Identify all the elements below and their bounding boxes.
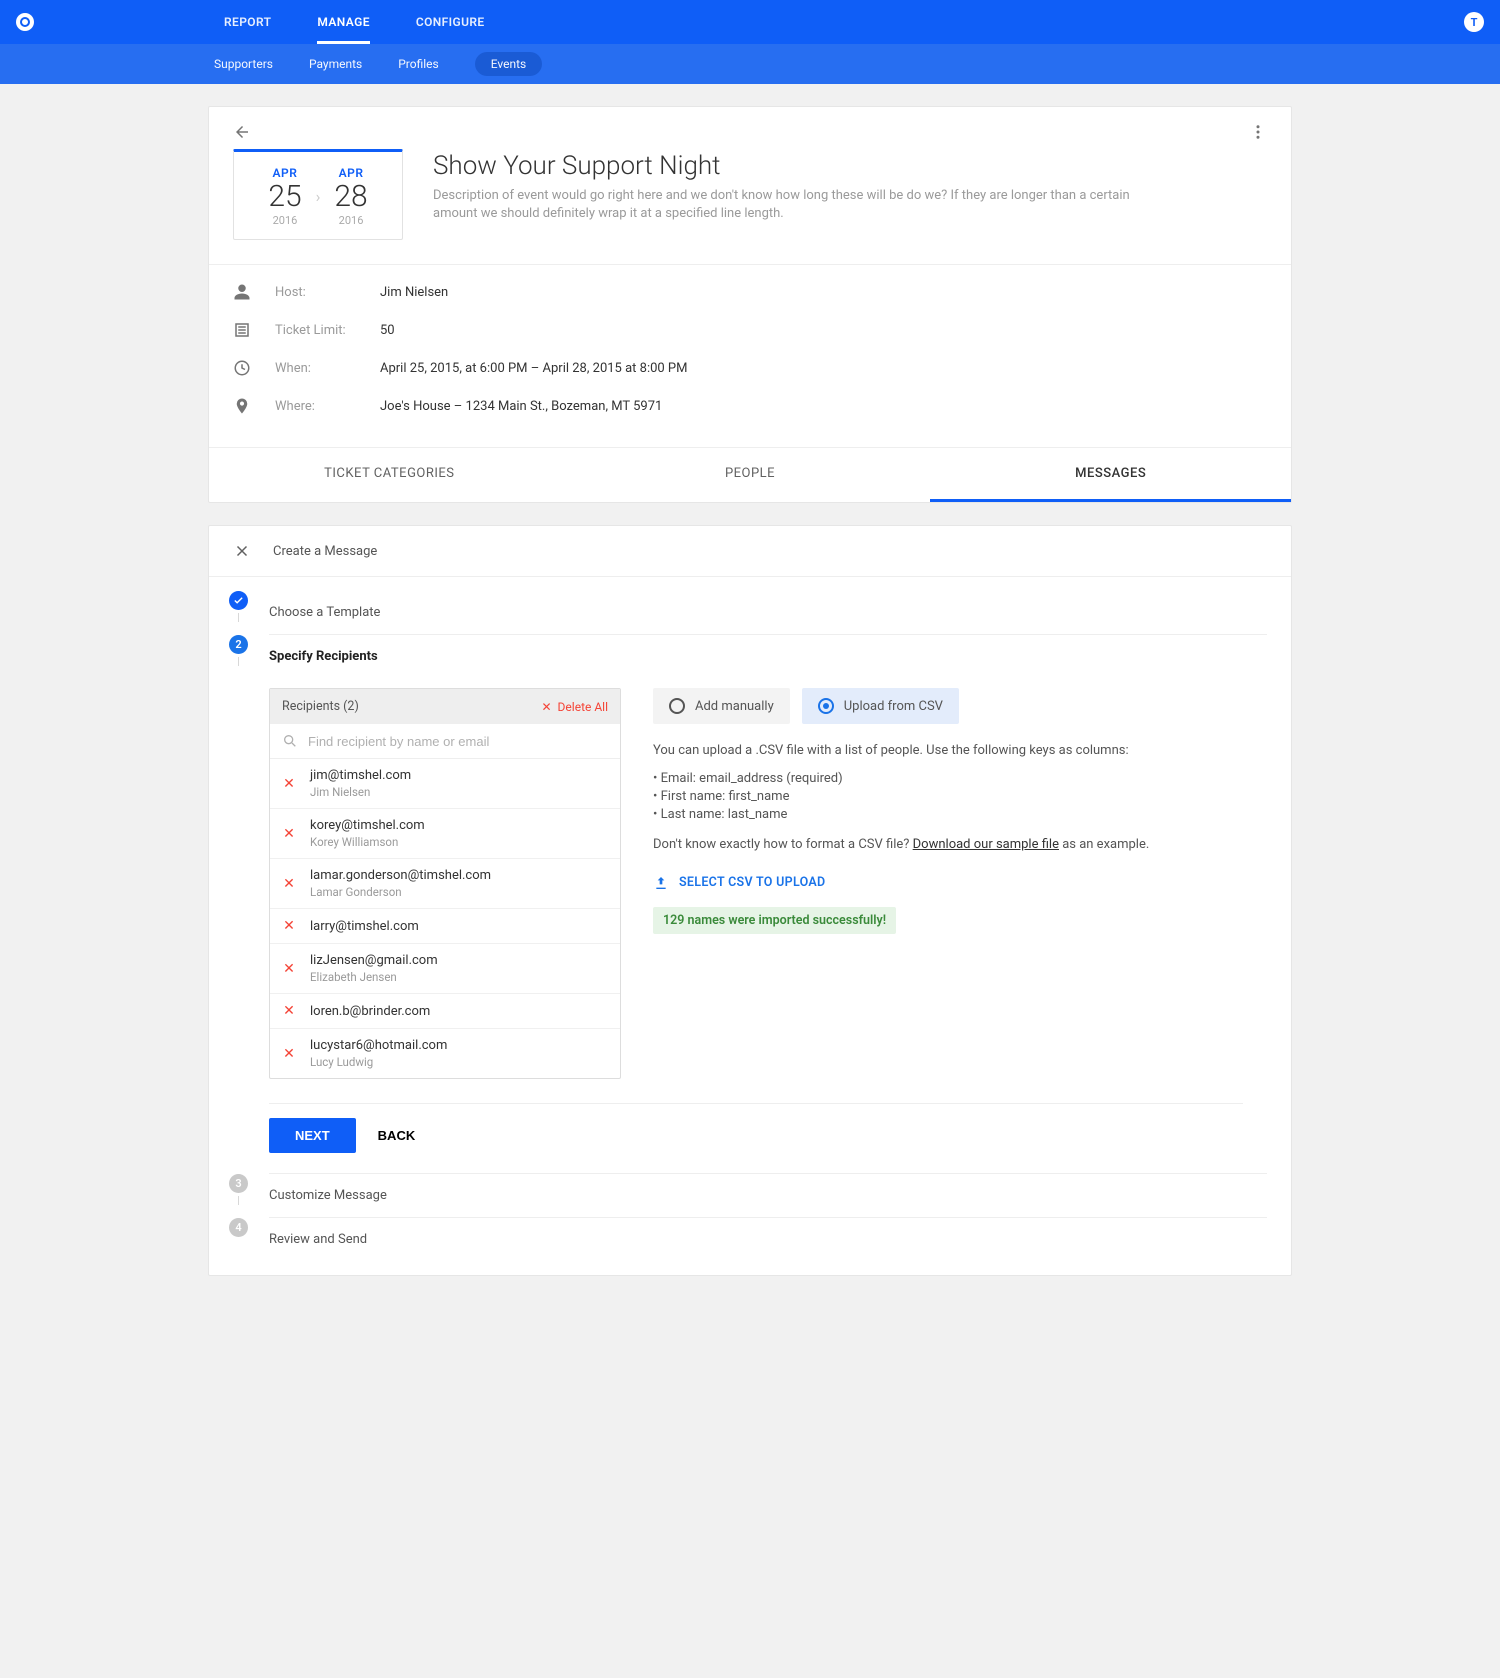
- remove-recipient-icon[interactable]: ✕: [282, 1003, 296, 1019]
- search-icon: [282, 733, 298, 749]
- recipient-row: ✕ lizJensen@gmail.com Elizabeth Jensen: [270, 944, 620, 994]
- x-icon: ✕: [541, 700, 551, 714]
- clock-icon: [233, 359, 251, 377]
- limit-value: 50: [380, 323, 395, 338]
- recipient-name: Korey Williamson: [310, 835, 425, 849]
- step-2-title: Specify Recipients: [269, 635, 1243, 678]
- section-tabs: TICKET CATEGORIES PEOPLE MESSAGES: [209, 447, 1291, 502]
- recipient-row: ✕ lucystar6@hotmail.com Lucy Ludwig: [270, 1029, 620, 1078]
- csv-keys-list: Email: email_address (required) First na…: [653, 771, 1243, 822]
- recipient-email: larry@timshel.com: [310, 919, 419, 934]
- avatar[interactable]: T: [1464, 12, 1484, 32]
- step-1-marker: [229, 591, 248, 610]
- where-label: Where:: [275, 399, 380, 414]
- pin-icon: [233, 397, 251, 415]
- start-year: 2016: [268, 214, 301, 227]
- remove-recipient-icon[interactable]: ✕: [282, 826, 296, 842]
- recipient-email: loren.b@brinder.com: [310, 1004, 430, 1019]
- recipients-panel: Recipients (2) ✕ Delete All: [269, 688, 621, 1079]
- select-csv-button[interactable]: SELECT CSV TO UPLOAD: [653, 875, 1243, 891]
- event-date-card: APR 25 2016 › APR 28 2016: [233, 149, 403, 240]
- end-day: 28: [334, 182, 367, 212]
- recipient-row: ✕ lamar.gonderson@timshel.com Lamar Gonder…: [270, 859, 620, 909]
- remove-recipient-icon[interactable]: ✕: [282, 918, 296, 934]
- remove-recipient-icon[interactable]: ✕: [282, 1046, 296, 1062]
- recipient-email: lamar.gonderson@timshel.com: [310, 868, 491, 883]
- import-success-badge: 129 names were imported successfully!: [653, 907, 896, 934]
- back-button[interactable]: BACK: [378, 1118, 416, 1153]
- recipient-row: ✕ larry@timshel.com: [270, 909, 620, 944]
- delete-all-button[interactable]: ✕ Delete All: [541, 700, 608, 714]
- step-2-marker: 2: [229, 635, 248, 654]
- ticket-icon: [233, 321, 251, 339]
- tab-configure[interactable]: CONFIGURE: [416, 1, 485, 44]
- end-month: APR: [334, 166, 367, 180]
- recipient-name: Elizabeth Jensen: [310, 970, 438, 984]
- step-4-marker: 4: [229, 1218, 248, 1237]
- toggle-upload-csv[interactable]: Upload from CSV: [802, 688, 959, 724]
- tab-manage[interactable]: MANAGE: [317, 1, 369, 44]
- recipients-count: Recipients (2): [282, 699, 359, 714]
- next-button[interactable]: NEXT: [269, 1118, 356, 1153]
- limit-label: Ticket Limit:: [275, 323, 380, 338]
- wizard-card: Create a Message Choose a Template 2: [208, 525, 1292, 1276]
- csv-help-question: Don't know exactly how to format a CSV f…: [653, 836, 1243, 855]
- recipient-email: korey@timshel.com: [310, 818, 425, 833]
- step-4-title[interactable]: Review and Send: [269, 1218, 1243, 1261]
- download-sample-link[interactable]: Download our sample file: [913, 837, 1059, 852]
- host-value: Jim Nielsen: [380, 285, 448, 300]
- recipient-name: Lucy Ludwig: [310, 1055, 447, 1069]
- event-title: Show Your Support Night: [433, 151, 1267, 181]
- when-value: April 25, 2015, at 6:00 PM – April 28, 2…: [380, 361, 687, 376]
- recipient-row: ✕ jim@timshel.com Jim Nielsen: [270, 759, 620, 809]
- step-1-title[interactable]: Choose a Template: [269, 591, 1243, 634]
- person-icon: [233, 283, 251, 301]
- main-tabs: REPORT MANAGE CONFIGURE: [224, 1, 485, 44]
- subtab-payments[interactable]: Payments: [309, 53, 362, 75]
- recipient-name: Lamar Gonderson: [310, 885, 491, 899]
- step-3-title[interactable]: Customize Message: [269, 1174, 1243, 1217]
- tab-messages[interactable]: MESSAGES: [930, 448, 1291, 502]
- csv-help-intro: You can upload a .CSV file with a list o…: [653, 742, 1243, 761]
- more-menu-icon[interactable]: [1249, 123, 1267, 141]
- recipient-row: ✕ loren.b@brinder.com: [270, 994, 620, 1029]
- tab-ticket-categories[interactable]: TICKET CATEGORIES: [209, 448, 570, 502]
- start-month: APR: [268, 166, 301, 180]
- close-icon[interactable]: [233, 542, 251, 560]
- logo-icon: [16, 13, 34, 31]
- chevron-right-icon: ›: [316, 187, 321, 206]
- host-label: Host:: [275, 285, 380, 300]
- end-year: 2016: [334, 214, 367, 227]
- back-arrow-icon[interactable]: [233, 123, 251, 141]
- radio-icon: [669, 698, 685, 714]
- tab-people[interactable]: PEOPLE: [570, 448, 931, 502]
- recipient-row: ✕ korey@timshel.com Korey Williamson: [270, 809, 620, 859]
- remove-recipient-icon[interactable]: ✕: [282, 876, 296, 892]
- subtab-events[interactable]: Events: [475, 52, 543, 76]
- topbar: REPORT MANAGE CONFIGURE T Supporters Pay…: [0, 0, 1500, 84]
- recipient-email: lucystar6@hotmail.com: [310, 1038, 447, 1053]
- subtab-profiles[interactable]: Profiles: [398, 53, 439, 75]
- recipient-search-input[interactable]: [308, 734, 608, 749]
- tab-report[interactable]: REPORT: [224, 1, 271, 44]
- where-value: Joe's House – 1234 Main St., Bozeman, MT…: [380, 399, 662, 414]
- upload-icon: [653, 875, 669, 891]
- subtab-supporters[interactable]: Supporters: [214, 53, 273, 75]
- when-label: When:: [275, 361, 380, 376]
- remove-recipient-icon[interactable]: ✕: [282, 961, 296, 977]
- step-3-marker: 3: [229, 1174, 248, 1193]
- recipient-email: lizJensen@gmail.com: [310, 953, 438, 968]
- radio-icon: [818, 698, 834, 714]
- event-card: APR 25 2016 › APR 28 2016 Show Your Supp…: [208, 106, 1292, 503]
- remove-recipient-icon[interactable]: ✕: [282, 776, 296, 792]
- recipient-email: jim@timshel.com: [310, 768, 411, 783]
- recipient-name: Jim Nielsen: [310, 785, 411, 799]
- event-description: Description of event would go right here…: [433, 187, 1133, 223]
- wizard-title: Create a Message: [273, 544, 377, 559]
- toggle-add-manually[interactable]: Add manually: [653, 688, 790, 724]
- start-day: 25: [268, 182, 301, 212]
